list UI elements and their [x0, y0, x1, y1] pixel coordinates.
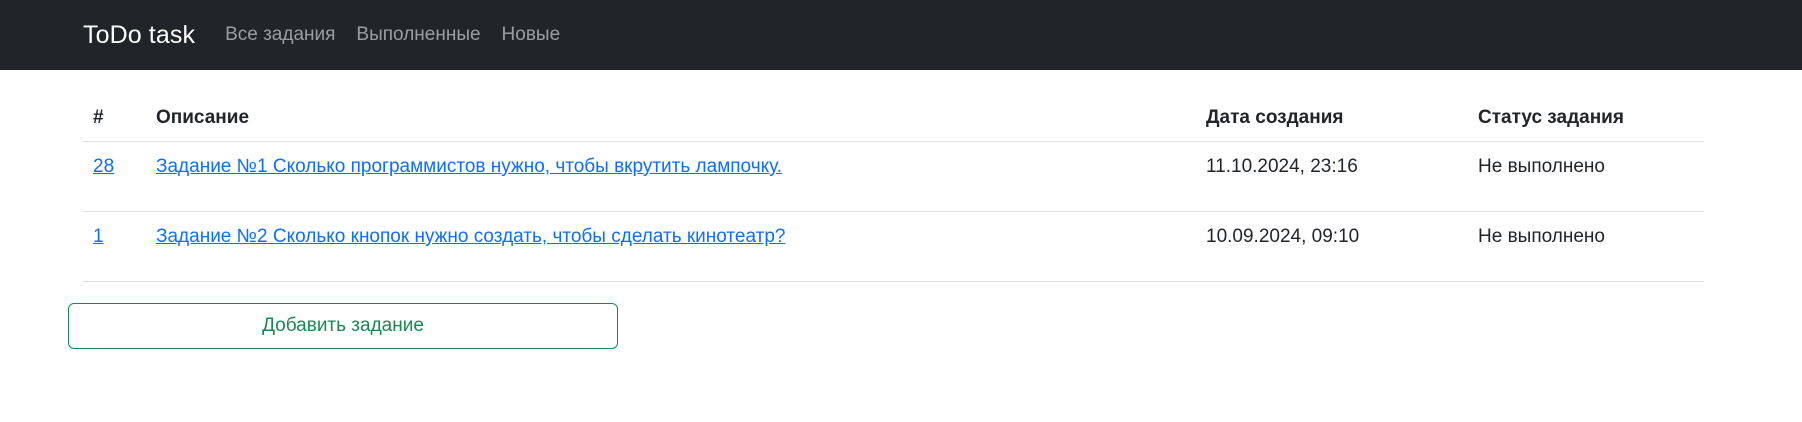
cell-status: Не выполнено: [1468, 211, 1704, 282]
task-description-link[interactable]: Задание №2 Сколько кнопок нужно создать,…: [156, 226, 785, 247]
nav-link-completed[interactable]: Выполненные: [356, 24, 480, 46]
header-id: #: [83, 95, 146, 142]
header-status: Статус задания: [1468, 95, 1704, 142]
cell-status: Не выполнено: [1468, 141, 1704, 212]
main-content: # Описание Дата создания Статус задания …: [0, 70, 1802, 422]
cell-description: Задание №2 Сколько кнопок нужно создать,…: [146, 211, 1196, 282]
header-created-date: Дата создания: [1196, 95, 1468, 142]
cell-description: Задание №1 Сколько программистов нужно, …: [146, 141, 1196, 212]
brand-link[interactable]: ToDo task: [83, 21, 195, 50]
add-task-button[interactable]: Добавить задание: [68, 303, 618, 349]
table-row: 28 Задание №1 Сколько программистов нужн…: [83, 141, 1704, 212]
table-row: 1 Задание №2 Сколько кнопок нужно создат…: [83, 211, 1704, 282]
cell-created-date: 10.09.2024, 09:10: [1196, 211, 1468, 282]
header-description: Описание: [146, 95, 1196, 142]
task-id-link[interactable]: 28: [93, 156, 114, 177]
table-header-row: # Описание Дата создания Статус задания: [83, 95, 1704, 142]
task-description-link[interactable]: Задание №1 Сколько программистов нужно, …: [156, 156, 782, 177]
tasks-table: # Описание Дата создания Статус задания …: [83, 95, 1704, 282]
cell-created-date: 11.10.2024, 23:16: [1196, 141, 1468, 212]
cell-id: 1: [83, 211, 146, 282]
navbar: ToDo task Все задания Выполненные Новые: [0, 0, 1802, 70]
task-id-link[interactable]: 1: [93, 226, 104, 247]
nav-link-all-tasks[interactable]: Все задания: [225, 24, 335, 46]
nav-link-new[interactable]: Новые: [502, 24, 561, 46]
cell-id: 28: [83, 141, 146, 212]
